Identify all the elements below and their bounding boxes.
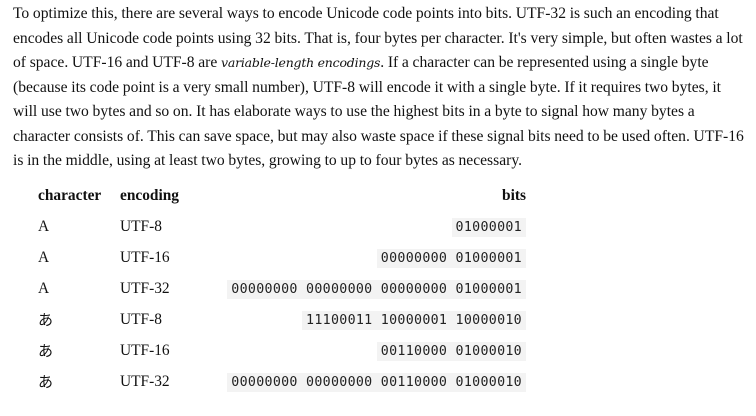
intro-paragraph: To optimize this, there are several ways… (13, 0, 748, 174)
table-row: A UTF-8 01000001 (33, 211, 531, 242)
emphasis-variable-length: variable-length encodings (220, 55, 381, 70)
header-encoding: encoding (120, 187, 180, 204)
table-row: A UTF-32 00000000 00000000 00000000 0100… (33, 273, 531, 304)
cell-bits: 00000000 00000000 00110000 01000010 (205, 366, 531, 397)
encoding-table: character encoding bits A UTF-8 01000001… (33, 181, 531, 397)
cell-character: A (38, 279, 50, 297)
cell-bits: 11100011 10000001 10000010 (205, 304, 531, 335)
bits-code: 00110000 01000010 (376, 341, 526, 361)
bits-code: 11100011 10000001 10000010 (302, 310, 526, 330)
header-bits: bits (502, 187, 526, 204)
cell-character: あ (38, 342, 54, 360)
cell-encoding: UTF-16 (120, 341, 170, 359)
cell-encoding: UTF-32 (120, 372, 170, 390)
table-row: あ UTF-32 00000000 00000000 00110000 0100… (33, 366, 531, 397)
document-body: To optimize this, there are several ways… (13, 0, 748, 174)
cell-character: あ (38, 311, 54, 329)
cell-encoding: UTF-32 (120, 279, 170, 297)
cell-bits: 00000000 00000000 00000000 01000001 (205, 273, 531, 304)
cell-encoding: UTF-8 (120, 310, 162, 328)
cell-bits: 00110000 01000010 (205, 335, 531, 366)
table-row: あ UTF-16 00110000 01000010 (33, 335, 531, 366)
cell-character: A (38, 248, 50, 266)
bits-code: 00000000 01000001 (376, 248, 526, 268)
cell-bits: 00000000 01000001 (205, 242, 531, 273)
bits-code: 00000000 00000000 00110000 01000010 (227, 372, 526, 392)
table-header-row: character encoding bits (33, 181, 531, 211)
cell-character: あ (38, 373, 54, 391)
cell-character: A (38, 217, 50, 235)
cell-encoding: UTF-16 (120, 248, 170, 266)
bits-code: 00000000 00000000 00000000 01000001 (227, 279, 526, 299)
cell-bits: 01000001 (205, 211, 531, 242)
table-row: A UTF-16 00000000 01000001 (33, 242, 531, 273)
table-row: あ UTF-8 11100011 10000001 10000010 (33, 304, 531, 335)
cell-encoding: UTF-8 (120, 217, 162, 235)
bits-code: 01000001 (451, 217, 526, 237)
header-character: character (38, 187, 102, 204)
paragraph-text-2: . If a character can be represented usin… (13, 54, 744, 169)
